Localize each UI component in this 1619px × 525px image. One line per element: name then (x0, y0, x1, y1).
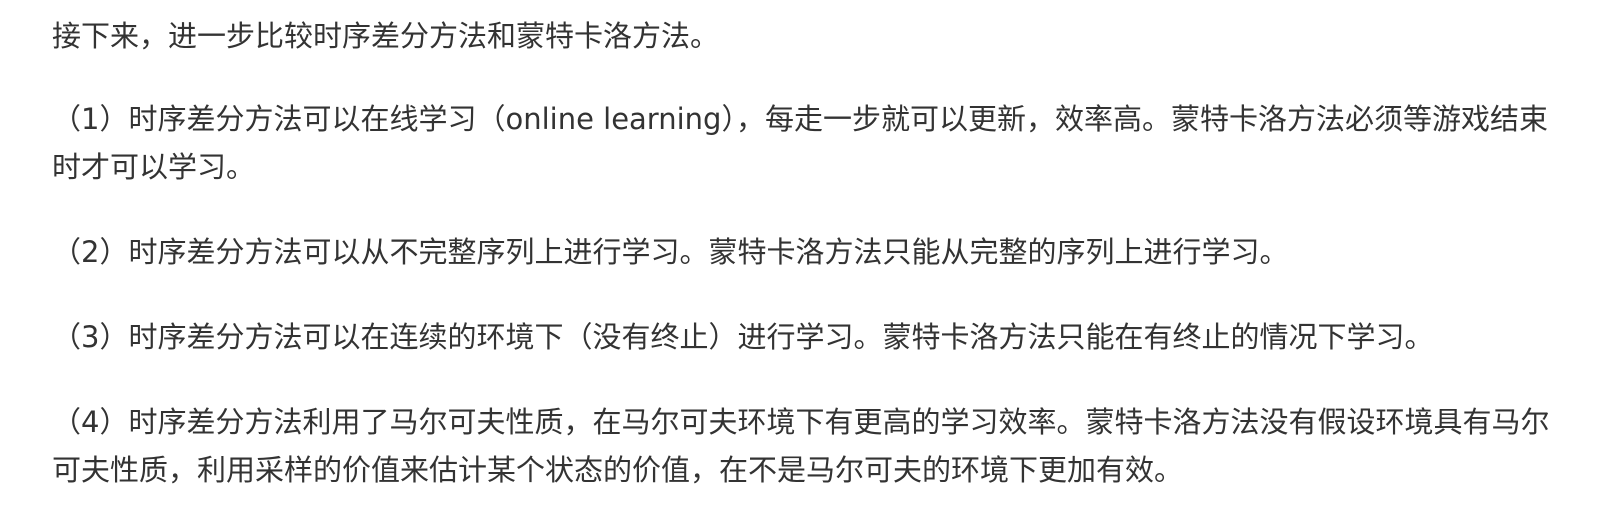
point-number: （3） (52, 320, 129, 354)
comparison-point-4: （4）时序差分方法利用了马尔可夫性质，在马尔可夫环境下有更高的学习效率。蒙特卡洛… (52, 398, 1562, 494)
article-body: 接下来，进一步比较时序差分方法和蒙特卡洛方法。 （1）时序差分方法可以在线学习（… (52, 12, 1562, 494)
point-text: 时序差分方法可以在连续的环境下（没有终止）进行学习。蒙特卡洛方法只能在有终止的情… (128, 320, 1434, 354)
point-text: 时序差分方法可以在线学习（online learning），每走一步就可以更新，… (52, 102, 1548, 184)
comparison-point-2: （2）时序差分方法可以从不完整序列上进行学习。蒙特卡洛方法只能从完整的序列上进行… (52, 228, 1562, 276)
point-number: （1） (52, 102, 129, 136)
point-number: （4） (52, 405, 129, 439)
point-text: 时序差分方法利用了马尔可夫性质，在马尔可夫环境下有更高的学习效率。蒙特卡洛方法没… (52, 405, 1550, 487)
comparison-point-1: （1）时序差分方法可以在线学习（online learning），每走一步就可以… (52, 95, 1562, 191)
comparison-point-3: （3）时序差分方法可以在连续的环境下（没有终止）进行学习。蒙特卡洛方法只能在有终… (52, 313, 1562, 361)
point-number: （2） (52, 235, 129, 269)
point-text: 时序差分方法可以从不完整序列上进行学习。蒙特卡洛方法只能从完整的序列上进行学习。 (128, 235, 1289, 269)
intro-paragraph: 接下来，进一步比较时序差分方法和蒙特卡洛方法。 (52, 19, 720, 53)
